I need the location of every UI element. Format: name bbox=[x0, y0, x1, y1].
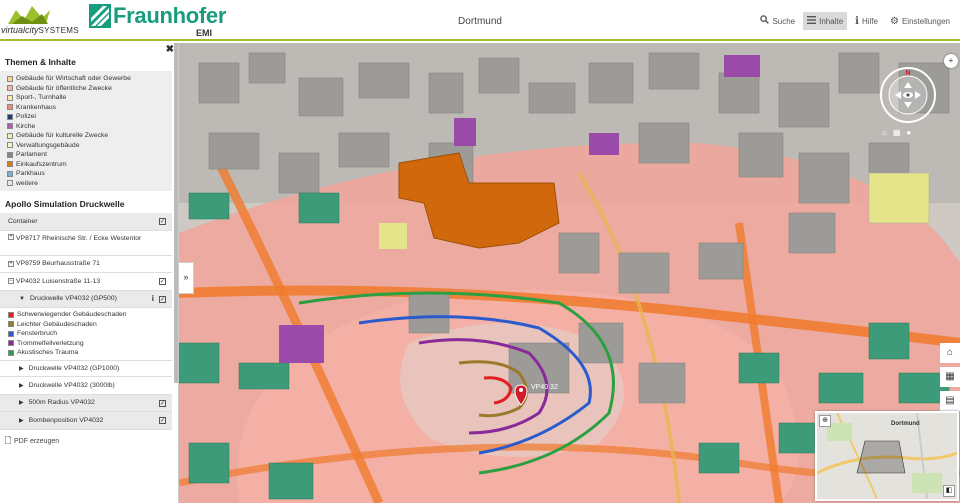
legend-item: Gebäude für öffentliche Zwecke bbox=[7, 84, 172, 94]
overview-map-label: Dortmund bbox=[891, 421, 920, 427]
layer-vp8759-row[interactable]: + VP8759 Beurhausstraße 71 bbox=[0, 256, 172, 273]
legend-swatch bbox=[8, 311, 14, 318]
help-button[interactable]: i Hilfe bbox=[851, 12, 882, 30]
legend-swatch bbox=[7, 142, 13, 149]
layer-checkbox[interactable]: ✓ bbox=[159, 278, 166, 285]
layer-checkbox[interactable]: ✓ bbox=[159, 399, 166, 407]
layer-radius-row[interactable]: ▶ 500m Radius VP4032 ✓ bbox=[0, 394, 172, 412]
legend-item: Gebäude für kulturelle Zwecke bbox=[7, 131, 172, 141]
legend-swatch bbox=[7, 180, 13, 187]
legend-item: Kirche bbox=[7, 122, 172, 132]
legend-swatch bbox=[8, 321, 14, 328]
layer-checkbox[interactable]: ✓ bbox=[159, 295, 166, 303]
legend-item: Polizei bbox=[7, 112, 172, 122]
expand-icon[interactable]: + bbox=[8, 260, 14, 267]
legend-swatch bbox=[7, 94, 13, 101]
legend-swatch bbox=[7, 151, 13, 158]
layer-checkbox[interactable]: ✓ bbox=[159, 218, 166, 225]
contents-button[interactable]: Inhalte bbox=[803, 12, 848, 30]
pdf-export-button[interactable]: PDF erzeugen bbox=[4, 435, 59, 446]
legend-item: Gebäude für Wirtschaft oder Gewerbe bbox=[7, 74, 172, 84]
pin-label: VP40 32 bbox=[531, 384, 558, 391]
view-tools: ⌂ ▦ ● bbox=[882, 128, 911, 137]
legend-item: Schwerwiegender Gebäudeschaden bbox=[8, 310, 172, 320]
settings-button[interactable]: ⚙ Einstellungen bbox=[886, 12, 954, 30]
layer-checkbox[interactable]: ✓ bbox=[159, 417, 166, 424]
layer-vp8717-row[interactable]: + VP8717 Rheinische Str. / Ecke Westento… bbox=[0, 231, 172, 256]
overview-map-image bbox=[817, 413, 957, 499]
themes-title: Themen & Inhalte bbox=[5, 57, 76, 67]
fraunhofer-logo-icon bbox=[89, 4, 111, 28]
legend-item: Akustisches Trauma bbox=[8, 348, 172, 358]
home-button[interactable]: ⌂ bbox=[940, 343, 960, 363]
legend-item: Parkhaus bbox=[7, 169, 172, 179]
legend-swatch bbox=[8, 349, 14, 356]
layer-bombenposition-row[interactable]: ▶ Bombenposition VP4032 ✓ bbox=[0, 412, 172, 430]
legend-item: Einkaufszentrum bbox=[7, 160, 172, 170]
damage-legend: Schwerwiegender Gebäudeschaden Leichter … bbox=[0, 308, 172, 360]
caret-down-icon[interactable]: ▼ bbox=[19, 296, 25, 302]
collapse-icon[interactable]: − bbox=[8, 278, 14, 285]
legend-item: Fensterbruch bbox=[8, 329, 172, 339]
fraunhofer-institute: EMI bbox=[196, 28, 213, 38]
legend-item: Leichter Gebäudeschaden bbox=[8, 320, 172, 330]
legend-swatch bbox=[7, 123, 13, 130]
legend-swatch bbox=[7, 75, 13, 82]
layer-druckwelle-gp1000-row[interactable]: ▶ Druckwelle VP4032 (GP1000) bbox=[0, 359, 172, 377]
caret-right-icon[interactable]: ▶ bbox=[19, 365, 24, 372]
layer-druckwelle-gp500-row[interactable]: ▼ Druckwelle VP4032 (GP500) i ✓ bbox=[0, 290, 172, 308]
sidebar-scrollbar[interactable] bbox=[174, 43, 178, 383]
overview-zoom-button[interactable]: ⊕ bbox=[819, 415, 831, 427]
layer-container-row[interactable]: Container ✓ bbox=[0, 213, 172, 231]
fraunhofer-name: Fraunhofer bbox=[113, 3, 227, 28]
legend-item: Verwaltungsgebäude bbox=[7, 141, 172, 151]
legend-swatch bbox=[7, 113, 13, 120]
info-icon: i bbox=[855, 15, 859, 27]
map-button[interactable]: ▤ bbox=[940, 391, 960, 411]
overview-map[interactable]: Dortmund ⊕ ◧ bbox=[815, 411, 959, 501]
legend-swatch bbox=[7, 85, 13, 92]
caret-right-icon[interactable]: ▶ bbox=[19, 382, 24, 389]
grid-icon[interactable]: ▦ bbox=[893, 128, 901, 137]
caret-right-icon[interactable]: ▶ bbox=[19, 399, 24, 406]
building-legend: Gebäude für Wirtschaft oder Gewerbe Gebä… bbox=[0, 71, 172, 191]
legend-swatch bbox=[7, 132, 13, 139]
compass-control[interactable]: N bbox=[879, 66, 937, 124]
search-icon bbox=[760, 15, 770, 27]
top-nav: Suche Inhalte i Hilfe ⚙ Einstellungen bbox=[756, 12, 954, 30]
expand-icon[interactable]: + bbox=[8, 233, 14, 240]
layer-druckwelle-3000lb-row[interactable]: ▶ Druckwelle VP4032 (3000lb) bbox=[0, 377, 172, 395]
legend-swatch bbox=[7, 161, 13, 168]
close-sidebar-button[interactable]: ✖ bbox=[166, 44, 174, 55]
info-icon[interactable]: i bbox=[152, 294, 154, 303]
menu-icon bbox=[807, 15, 817, 27]
legend-item: Krankenhaus bbox=[7, 103, 172, 113]
layer-tree: Container ✓ + VP8717 Rheinische Str. / E… bbox=[0, 213, 172, 430]
app-header: virtualcitySYSTEMS Fraunhofer EMI Dortmu… bbox=[0, 0, 960, 41]
legend-swatch bbox=[7, 170, 13, 177]
document-icon bbox=[4, 435, 12, 446]
page-title: Dortmund bbox=[458, 16, 502, 27]
virtualcity-logo-text: virtualcitySYSTEMS bbox=[1, 25, 79, 35]
svg-text:N: N bbox=[905, 70, 910, 77]
legend-swatch bbox=[8, 340, 14, 347]
legend-swatch bbox=[8, 330, 14, 337]
layer-vp4032-row[interactable]: − VP4032 Luisenstraße 11-13 ✓ bbox=[0, 273, 172, 291]
gear-icon: ⚙ bbox=[889, 15, 899, 27]
legend-item: Parlament bbox=[7, 150, 172, 160]
grid-button[interactable]: ▦ bbox=[940, 367, 960, 387]
legend-swatch bbox=[7, 104, 13, 111]
contents-sidebar: ✖ Themen & Inhalte Gebäude für Wirtschaf… bbox=[0, 43, 179, 503]
legend-item: weitere bbox=[7, 179, 172, 189]
pin-icon[interactable]: ● bbox=[906, 128, 911, 137]
zoom-in-button[interactable]: + bbox=[944, 54, 958, 68]
sidebar-toggle-button[interactable]: » bbox=[178, 262, 194, 294]
overview-close-button[interactable]: ◧ bbox=[943, 485, 955, 497]
legend-item: Trommelfellverletzung bbox=[8, 339, 172, 349]
caret-right-icon[interactable]: ▶ bbox=[19, 417, 24, 424]
apollo-title: Apollo Simulation Druckwelle bbox=[5, 199, 125, 209]
search-button[interactable]: Suche bbox=[756, 12, 799, 30]
legend-item: Sport-, Turnhalle bbox=[7, 93, 172, 103]
building-icon[interactable]: ⌂ bbox=[882, 128, 887, 137]
